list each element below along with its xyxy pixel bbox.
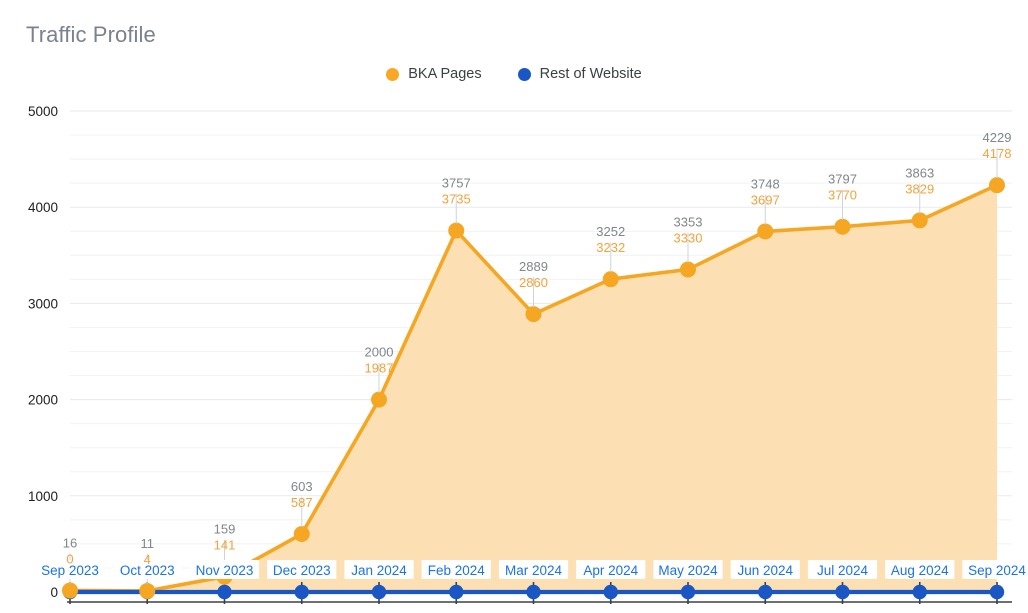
data-label-lower: 141 [214,538,236,553]
data-label-lower: 3697 [751,192,780,207]
data-label-lower: 587 [291,495,313,510]
data-label-upper: 603 [291,479,313,494]
data-point-bka-pages[interactable] [989,177,1005,194]
x-axis-tick-label: Jan 2024 [351,563,407,578]
data-point-rest-of-website[interactable] [758,584,773,600]
data-point-bka-pages[interactable] [293,525,310,542]
data-label-upper: 16 [63,535,77,550]
data-label-upper: 2889 [519,259,548,274]
data-point-rest-of-website[interactable] [835,584,850,600]
data-label-lower: 1987 [365,361,394,376]
data-point-rest-of-website[interactable] [989,584,1005,600]
data-label-lower: 4178 [983,146,1012,161]
chart-plot-area: 010002000300040005000 Sep 2023 Oct 2023 No… [28,104,1028,604]
data-label-upper: 159 [214,522,236,537]
data-point-bka-pages[interactable] [139,582,156,599]
data-label-lower: 2860 [519,275,548,290]
data-point-bka-pages[interactable] [911,212,928,229]
y-axis-tick-label: 2000 [28,393,58,408]
data-label-lower: 3232 [596,240,625,255]
data-label-upper: 3748 [751,176,780,191]
data-point-rest-of-website[interactable] [371,584,387,600]
x-axis-tick-label: Sep 2024 [968,563,1026,578]
data-point-rest-of-website[interactable] [526,584,541,600]
y-axis-tick-label: 1000 [28,489,58,504]
data-label-upper: 3797 [828,172,857,187]
series-area-fill [70,185,997,592]
x-axis-tick-label: Nov 2023 [196,563,254,578]
data-label-upper: 3252 [596,224,625,239]
series-area-bka-pages [70,185,997,592]
data-point-bka-pages[interactable] [757,223,774,240]
x-axis-tick-label: Jun 2024 [737,563,793,578]
data-point-bka-pages[interactable] [602,271,619,288]
y-axis-labels: 0 1000 2000 3000 4000 5000 [28,104,58,600]
x-axis-tick-label: Dec 2023 [273,563,331,578]
data-label-lower: 0 [66,551,73,566]
x-axis-tick-label: May 2024 [658,563,718,578]
data-label-upper: 3863 [905,165,934,180]
x-axis-tick-label: Aug 2024 [891,563,949,578]
y-axis-tick-label: 0 [50,585,58,600]
data-label-lower: 3829 [905,181,934,196]
data-point-rest-of-website[interactable] [294,584,309,600]
traffic-profile-chart-card: Traffic Profile BKA Pages Rest of Websit… [0,0,1028,613]
data-point-bka-pages[interactable] [680,261,696,278]
y-axis-tick-label: 3000 [28,296,58,311]
x-axis-tick-label: Mar 2024 [505,563,563,578]
data-label-lower: 3770 [828,188,857,203]
data-point-rest-of-website[interactable] [217,584,232,600]
data-point-rest-of-website[interactable] [680,584,696,600]
data-point-bka-pages[interactable] [448,222,465,239]
data-label-upper: 3353 [674,214,703,229]
data-point-rest-of-website[interactable] [449,584,464,600]
data-label-upper: 4229 [983,130,1012,145]
data-point-rest-of-website[interactable] [603,584,618,600]
data-label-lower: 3330 [674,230,703,245]
data-point-rest-of-website[interactable] [912,584,927,600]
data-label-upper: 2000 [365,345,394,360]
x-axis-tick-label: Jul 2024 [817,563,869,578]
data-label-lower: 3735 [442,192,471,207]
data-label-upper: 3757 [442,176,471,191]
data-point-bka-pages[interactable] [62,582,78,599]
y-axis-tick-label: 4000 [28,200,58,215]
data-point-bka-pages[interactable] [834,218,851,235]
data-point-bka-pages[interactable] [371,391,387,408]
data-label-upper: 11 [141,536,155,551]
data-label-lower: 4 [144,552,151,567]
x-axis-tick-label: Feb 2024 [428,563,486,578]
x-axis-tick-label: Apr 2024 [583,563,638,578]
y-axis-tick-label: 5000 [28,104,58,119]
data-point-bka-pages[interactable] [525,306,542,323]
